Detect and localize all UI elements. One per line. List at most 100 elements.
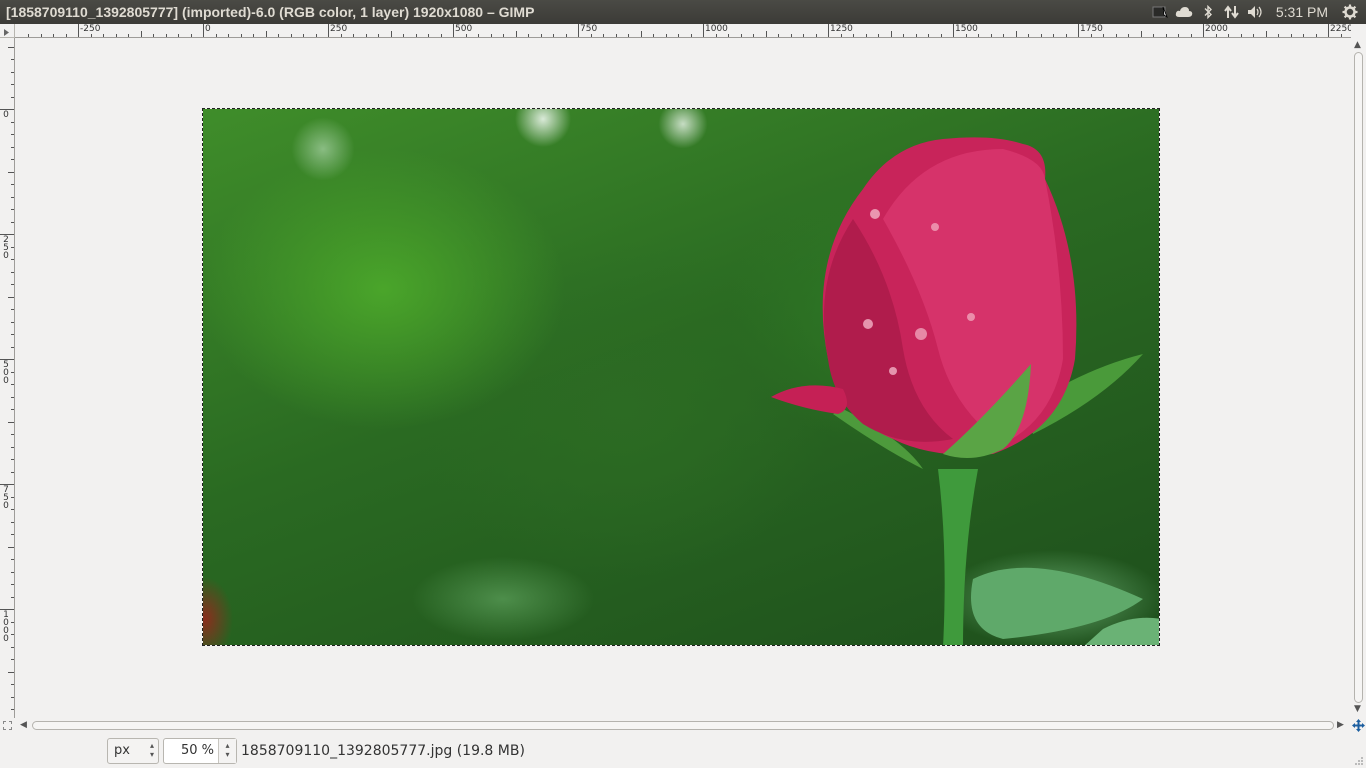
ruler-minor-tick — [715, 34, 717, 37]
navigate-icon[interactable] — [1351, 718, 1366, 733]
ruler-minor-tick — [11, 371, 14, 373]
ruler-minor-tick — [11, 309, 14, 310]
horizontal-scroll-thumb[interactable] — [32, 721, 1334, 730]
keyboard-indicator-icon[interactable] — [1148, 0, 1172, 24]
ruler-minor-tick — [903, 34, 904, 37]
ruler-minor-tick — [528, 34, 529, 37]
horizontal-scrollbar[interactable]: ◀ ▶ — [0, 718, 1366, 733]
ruler-minor-tick — [928, 34, 929, 37]
horizontal-ruler[interactable]: -250 0 250 500 750 1000 1250 1500 1750 2000 2250 — [15, 24, 1351, 38]
ruler-minor-tick — [11, 459, 14, 460]
ruler-major-tick — [828, 24, 829, 37]
ruler-minor-tick — [11, 621, 14, 623]
ruler-minor-tick — [53, 34, 54, 37]
ruler-minor-tick — [840, 34, 842, 37]
ruler-minor-tick — [1178, 34, 1179, 37]
ruler-label: 1250 — [830, 24, 853, 34]
ruler-minor-tick — [11, 271, 14, 273]
ruler-minor-tick — [11, 584, 14, 585]
ruler-label: 500 — [455, 24, 473, 34]
ruler-minor-tick — [1290, 34, 1292, 37]
network-icon[interactable] — [1220, 0, 1244, 24]
ruler-minor-tick — [515, 31, 517, 37]
ruler-minor-tick — [11, 96, 14, 98]
unit-selector[interactable]: px ▴ ▾ — [107, 738, 159, 764]
clock[interactable]: 5:31 PM — [1268, 4, 1338, 20]
ruler-minor-tick — [428, 34, 429, 37]
vertical-ruler[interactable]: 0 250 500 750 1000 — [0, 38, 15, 718]
ruler-minor-tick — [803, 34, 804, 37]
ruler-minor-tick — [778, 34, 779, 37]
ruler-minor-tick — [1278, 34, 1279, 37]
canvas-area[interactable] — [15, 38, 1351, 718]
ruler-minor-tick — [1090, 34, 1092, 37]
ruler-major-tick — [1203, 24, 1204, 37]
ruler-corner-button[interactable] — [0, 24, 15, 38]
ruler-label: 0 — [205, 24, 211, 34]
ruler-minor-tick — [765, 31, 767, 37]
ruler-minor-tick — [8, 171, 14, 173]
ruler-minor-tick — [915, 34, 917, 37]
ruler-minor-tick — [1303, 34, 1304, 37]
vertical-scroll-thumb[interactable] — [1354, 52, 1363, 703]
ruler-minor-tick — [11, 446, 14, 448]
ruler-minor-tick — [1253, 34, 1254, 37]
ruler-minor-tick — [640, 31, 642, 37]
ruler-minor-tick — [553, 34, 554, 37]
ruler-minor-tick — [753, 34, 754, 37]
ruler-minor-tick — [978, 34, 979, 37]
ruler-minor-tick — [11, 71, 14, 73]
ruler-minor-tick — [403, 34, 404, 37]
quick-mask-toggle[interactable] — [3, 721, 12, 730]
ruler-minor-tick — [11, 346, 14, 348]
ruler-minor-tick — [28, 34, 29, 37]
cloud-icon[interactable] — [1172, 0, 1196, 24]
ruler-label: 1000 — [3, 610, 9, 644]
status-message: 1858709110_1392805777.jpg (19.8 MB) — [241, 743, 525, 759]
gear-icon[interactable] — [1338, 0, 1362, 24]
ruler-minor-tick — [603, 34, 604, 37]
vertical-scrollbar[interactable]: ▲ ▼ — [1351, 38, 1366, 718]
ruler-minor-tick — [128, 34, 129, 37]
ruler-minor-tick — [728, 34, 729, 37]
ruler-minor-tick — [253, 34, 254, 37]
window-title-bar: [1858709110_1392805777] (imported)-6.0 (… — [0, 0, 1366, 24]
ruler-label: -250 — [80, 24, 101, 34]
ruler-minor-tick — [565, 34, 567, 37]
ruler-minor-tick — [228, 34, 229, 37]
ruler-minor-tick — [478, 34, 479, 37]
resize-grip-icon[interactable] — [1354, 756, 1364, 766]
scroll-down-arrow-icon[interactable]: ▼ — [1354, 705, 1361, 714]
scroll-left-arrow-icon[interactable]: ◀ — [20, 721, 27, 730]
bluetooth-icon[interactable] — [1196, 0, 1220, 24]
ruler-minor-tick — [365, 34, 367, 37]
ruler-minor-tick — [1165, 34, 1167, 37]
system-tray: 5:31 PM — [1148, 0, 1366, 24]
ruler-minor-tick — [140, 31, 142, 37]
ruler-minor-tick — [878, 34, 879, 37]
volume-icon[interactable] — [1244, 0, 1268, 24]
ruler-minor-tick — [11, 121, 14, 123]
ruler-minor-tick — [865, 34, 867, 37]
zoom-dropdown-icon[interactable]: ▴ ▾ — [218, 739, 236, 763]
ruler-minor-tick — [8, 46, 14, 48]
ruler-minor-tick — [65, 34, 67, 37]
ruler-minor-tick — [1103, 34, 1104, 37]
ruler-minor-tick — [1053, 34, 1054, 37]
ruler-minor-tick — [315, 34, 317, 37]
ruler-minor-tick — [11, 684, 14, 685]
ruler-minor-tick — [290, 34, 292, 37]
zoom-selector[interactable]: 50 % ▴ ▾ — [163, 738, 237, 764]
ruler-minor-tick — [11, 496, 14, 498]
ruler-major-tick — [78, 24, 79, 37]
ruler-minor-tick — [11, 321, 14, 323]
ruler-label: 250 — [3, 235, 9, 261]
ruler-minor-tick — [8, 296, 14, 298]
scroll-right-arrow-icon[interactable]: ▶ — [1337, 721, 1344, 730]
ruler-minor-tick — [890, 31, 892, 37]
ruler-minor-tick — [1265, 31, 1267, 37]
ruler-major-tick — [703, 24, 704, 37]
scroll-up-arrow-icon[interactable]: ▲ — [1354, 41, 1361, 50]
image-canvas[interactable] — [202, 108, 1160, 646]
ruler-minor-tick — [465, 34, 467, 37]
